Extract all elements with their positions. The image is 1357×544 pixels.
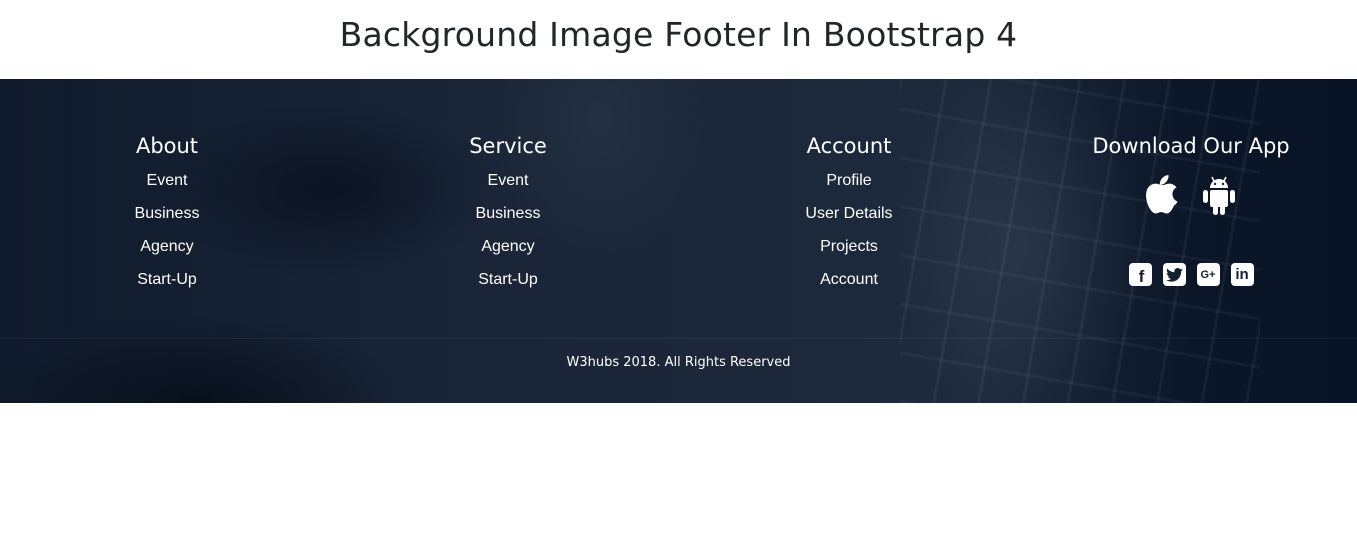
link-list: Profile User Details Projects Account <box>729 163 969 295</box>
column-heading: About <box>135 134 199 158</box>
footer-link-profile[interactable]: Profile <box>826 172 871 189</box>
column-heading: Service <box>469 134 547 158</box>
footer-link-user-details[interactable]: User Details <box>805 205 892 222</box>
link-list: Event Business Agency Start-Up <box>47 163 287 295</box>
page-title: Background Image Footer In Bootstrap 4 <box>339 15 1018 54</box>
column-heading: Account <box>806 134 892 158</box>
footer-link-business[interactable]: Business <box>135 205 200 222</box>
footer-link-start-up[interactable]: Start-Up <box>137 271 197 288</box>
footer-column-account: Account Profile User Details Projects Ac… <box>729 129 969 295</box>
footer-link-agency[interactable]: Agency <box>140 238 193 255</box>
footer-column-service: Service Event Business Agency Start-Up <box>388 129 628 295</box>
footer-column-about: About Event Business Agency Start-Up <box>47 129 287 295</box>
footer-link-agency[interactable]: Agency <box>481 238 534 255</box>
column-heading: Download Our App <box>1092 134 1290 158</box>
footer-column-download-app: Download Our App f G+ in <box>1071 129 1311 286</box>
footer-link-event[interactable]: Event <box>147 172 188 189</box>
footer-link-account[interactable]: Account <box>820 271 878 288</box>
facebook-icon[interactable]: f <box>1128 263 1152 286</box>
apple-icon[interactable] <box>1144 173 1180 221</box>
link-list: Event Business Agency Start-Up <box>388 163 628 295</box>
footer-link-start-up[interactable]: Start-Up <box>478 271 538 288</box>
footer: About Event Business Agency Start-Up Ser… <box>0 79 1357 403</box>
android-icon[interactable] <box>1200 173 1238 221</box>
footer-link-business[interactable]: Business <box>476 205 541 222</box>
footer-divider <box>0 338 1357 339</box>
social-links: f G+ in <box>1071 263 1311 286</box>
footer-link-event[interactable]: Event <box>488 172 529 189</box>
google-plus-icon[interactable]: G+ <box>1196 263 1220 286</box>
footer-columns: About Event Business Agency Start-Up Ser… <box>0 79 1357 337</box>
copyright-text: W3hubs 2018. All Rights Reserved <box>566 355 791 370</box>
linkedin-icon[interactable]: in <box>1230 263 1254 286</box>
twitter-icon[interactable] <box>1162 263 1186 286</box>
app-store-links <box>1071 173 1311 221</box>
footer-link-projects[interactable]: Projects <box>820 238 878 255</box>
